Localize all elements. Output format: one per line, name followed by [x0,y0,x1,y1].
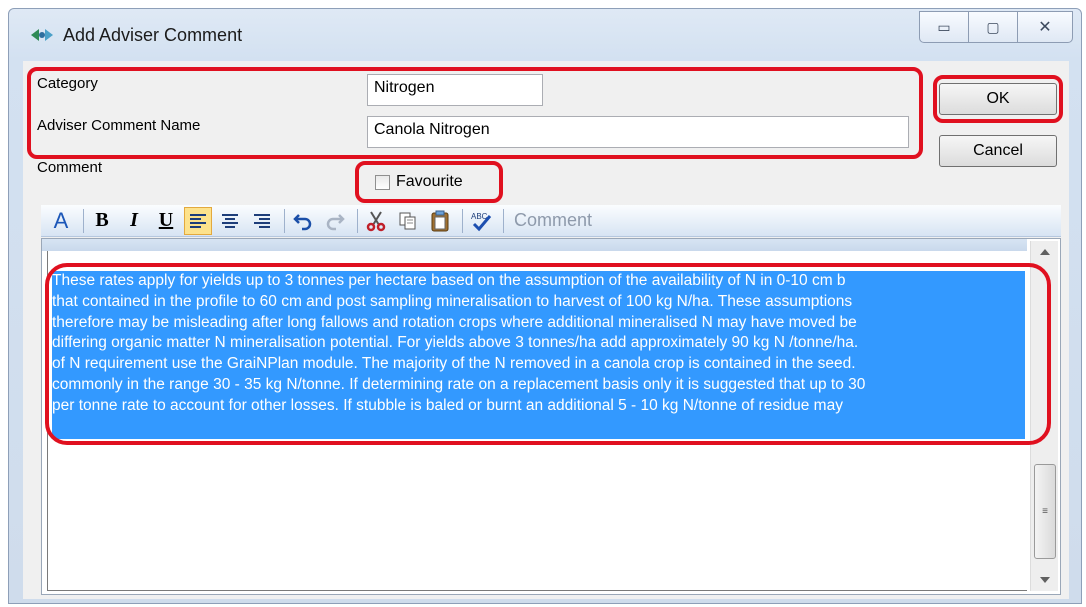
toolbar-separator [462,208,463,233]
window-controls: ▭ ▢ ✕ [919,11,1073,43]
maximize-button[interactable]: ▢ [968,11,1018,43]
cancel-button[interactable]: Cancel [939,135,1057,167]
highlight-fields [27,67,923,159]
maximize-icon: ▢ [986,18,1000,35]
dialog-window: Add Adviser Comment ▭ ▢ ✕ Category Nitro… [8,8,1082,604]
dialog-content: Category Nitrogen Adviser Comment Name C… [23,61,1069,599]
minimize-icon: ▭ [937,18,951,35]
spellcheck-icon[interactable]: ABC [467,207,495,235]
font-color-icon[interactable]: A [47,207,75,235]
toolbar-comment-label: Comment [514,210,593,230]
cut-icon[interactable] [362,207,390,235]
align-left-icon[interactable] [184,206,212,235]
undo-icon[interactable] [289,207,317,235]
comment-label: Comment [37,159,103,176]
scroll-up-icon[interactable] [1040,249,1050,255]
editor-inner-toolbar [42,239,1027,251]
align-center-icon[interactable] [216,207,244,235]
app-icon [31,29,53,41]
close-button[interactable]: ✕ [1017,11,1073,43]
align-right-icon[interactable] [248,207,276,235]
paste-icon[interactable] [426,207,454,235]
highlight-comment-text [45,263,1051,445]
toolbar-separator [83,208,84,233]
scroll-thumb[interactable]: ≡ [1034,464,1056,559]
grip-icon: ≡ [1042,506,1048,517]
bold-icon[interactable]: B [88,207,116,235]
window-title: Add Adviser Comment [63,25,243,45]
highlight-favourite [355,161,503,203]
italic-icon[interactable]: I [120,207,148,235]
minimize-button[interactable]: ▭ [919,11,969,43]
toolbar-separator [357,208,358,233]
highlight-ok [933,75,1063,123]
copy-icon[interactable] [394,207,422,235]
scroll-down-icon[interactable] [1040,577,1050,583]
toolbar-separator [503,208,504,233]
close-icon: ✕ [1038,19,1052,36]
redo-icon[interactable] [321,207,349,235]
title-bar[interactable]: Add Adviser Comment ▭ ▢ ✕ [9,9,1081,61]
toolbar-separator [284,208,285,233]
editor-toolbar: A B I U ABC Comment [41,205,1061,237]
underline-icon[interactable]: U [152,207,180,235]
